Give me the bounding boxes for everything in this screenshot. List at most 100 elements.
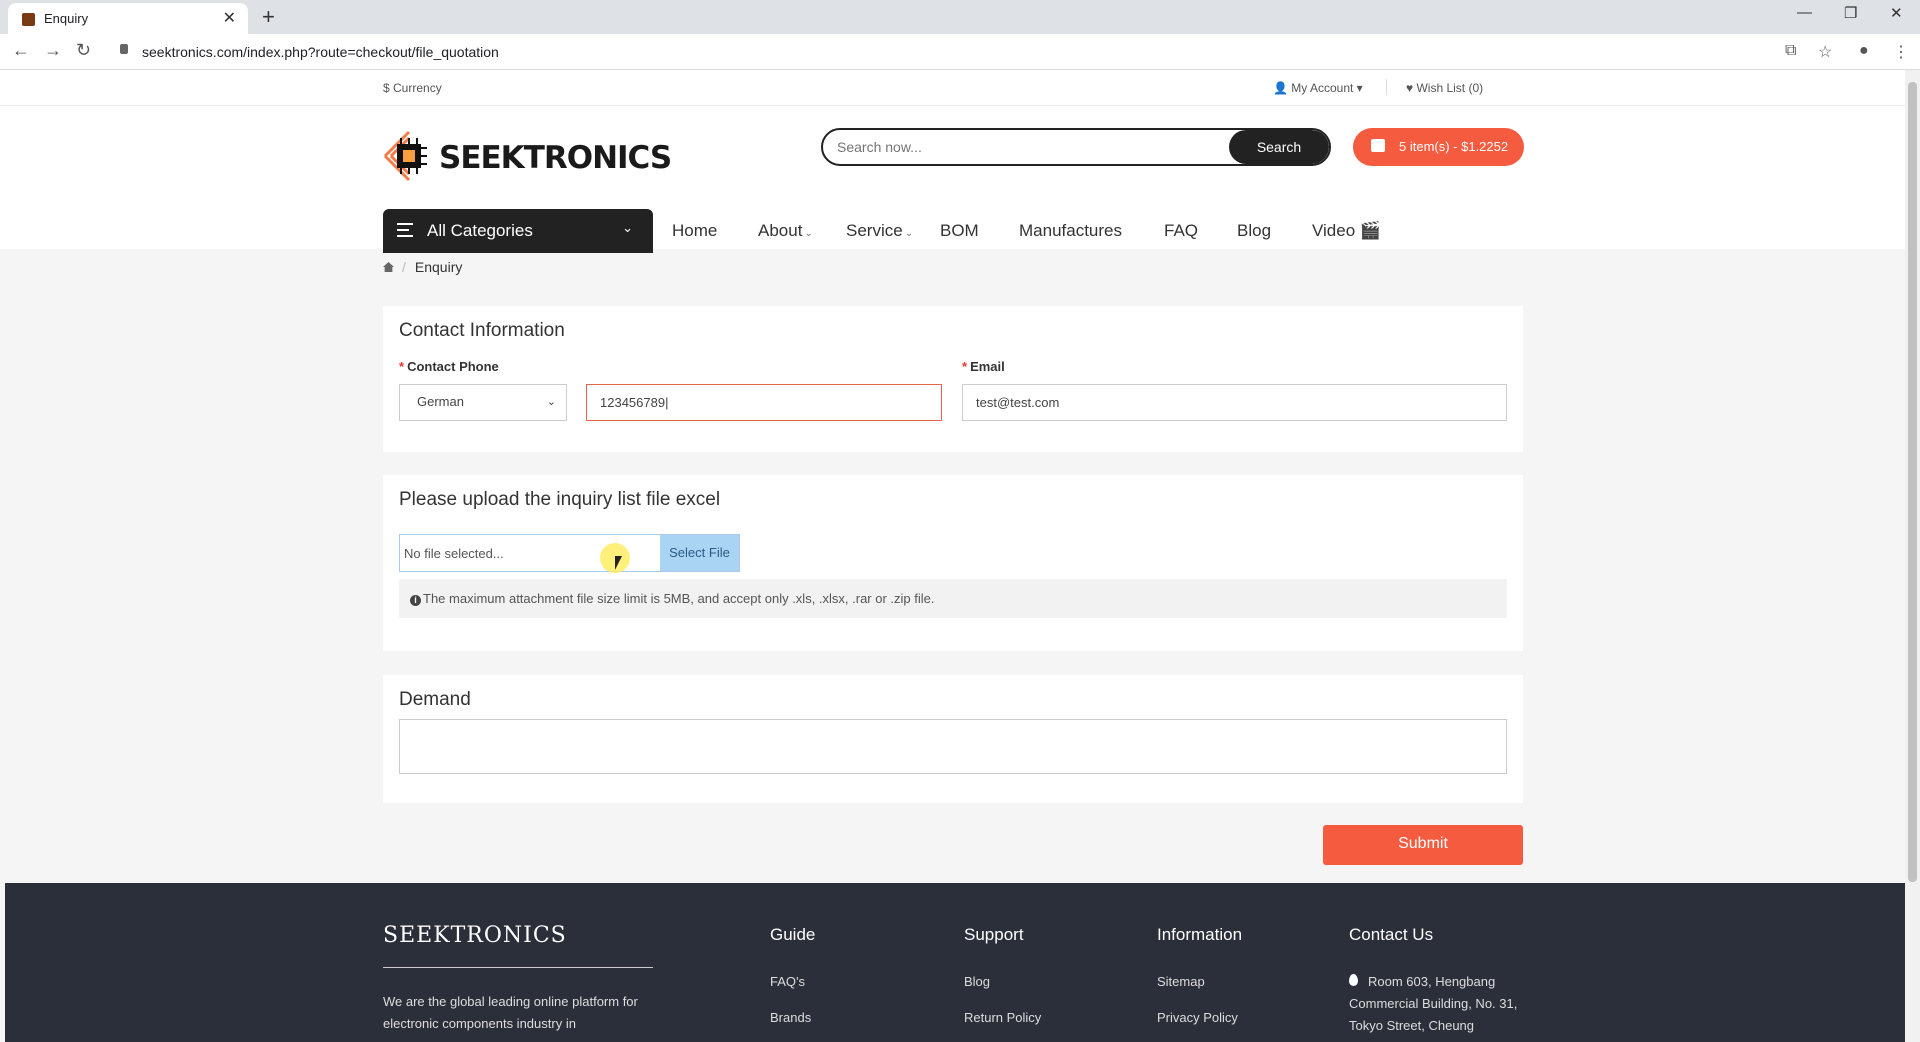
nav-blog[interactable]: Blog (1237, 221, 1271, 241)
contact-phone-label-text: Contact Phone (407, 359, 499, 374)
footer-divider (383, 967, 653, 968)
divider (1386, 79, 1387, 95)
footer-information-title: Information (1157, 925, 1243, 944)
country-code-select[interactable]: German ⌄ (399, 384, 567, 421)
nav-home[interactable]: Home (672, 221, 717, 241)
reload-icon[interactable]: ↻ (76, 40, 91, 61)
nav-bom[interactable]: BOM (940, 221, 979, 241)
demand-title: Demand (399, 689, 471, 710)
footer-link-return-policy[interactable]: Return Policy (964, 1010, 1041, 1025)
country-selected-value: German (417, 394, 464, 409)
submit-button[interactable]: Submit (1323, 825, 1523, 865)
demand-card: Demand (383, 675, 1523, 803)
select-file-button[interactable]: Select File (660, 535, 739, 571)
chip-logo-icon (383, 130, 427, 182)
footer-link-faqs[interactable]: FAQ's (770, 974, 805, 989)
nav-about-label: About (758, 221, 803, 240)
contact-phone-label: * Contact Phone (399, 359, 499, 374)
nav-video[interactable]: Video 🎬 (1312, 221, 1381, 241)
bookmark-star-icon[interactable]: ☆ (1818, 42, 1832, 62)
logo-text: SEEKTRONICS (439, 140, 672, 176)
footer-address-text: Room 603, Hengbang Commercial Building, … (1349, 974, 1518, 1033)
footer-link-privacy-policy[interactable]: Privacy Policy (1157, 1010, 1238, 1025)
upload-note: i The maximum attachment file size limit … (399, 579, 1507, 618)
main-nav: All Categories ⌄ Home About ⌄ Service ⌄ BO… (0, 204, 1905, 253)
currency-selector[interactable]: $ Currency (383, 81, 442, 95)
lock-icon (120, 44, 128, 54)
scrollbar-thumb[interactable] (1908, 82, 1917, 882)
shopping-bag-icon (1371, 139, 1385, 152)
nav-service[interactable]: Service ⌄ (846, 221, 913, 241)
translate-icon[interactable]: ⧉ (1785, 42, 1796, 60)
upload-note-text: The maximum attachment file size limit i… (423, 591, 935, 606)
footer-guide-title: Guide (770, 925, 816, 944)
email-input[interactable]: test@test.com (962, 384, 1507, 421)
back-icon[interactable]: ← (12, 40, 30, 61)
map-pin-icon (1349, 974, 1358, 986)
email-value: test@test.com (976, 395, 1060, 410)
clapperboard-icon: 🎬 (1359, 221, 1382, 240)
browser-toolbar: ← → ↻ seektronics.com/index.php?route=ch… (0, 34, 1920, 70)
footer-brand: SEEKTRONICS (383, 923, 567, 948)
required-marker: * (962, 359, 968, 374)
caret-down-icon: ⌄ (804, 228, 813, 239)
contact-info-card: Contact Information * Contact Phone Germa… (383, 306, 1523, 452)
close-tab-icon[interactable]: ✕ (223, 8, 236, 28)
footer-description: We are the global leading online platfor… (383, 994, 638, 1031)
site-footer: SEEKTRONICS We are the global leading on… (5, 883, 1905, 1042)
all-categories-button[interactable]: All Categories ⌄ (383, 209, 653, 253)
breadcrumb-current: Enquiry (414, 259, 463, 275)
mouse-pointer-icon (615, 556, 622, 570)
nav-about[interactable]: About ⌄ (758, 221, 813, 241)
user-icon: 👤 (1273, 81, 1288, 95)
heart-icon: ♥ (1406, 81, 1414, 95)
new-tab-icon[interactable]: + (262, 4, 275, 30)
footer-link-blog[interactable]: Blog (964, 974, 990, 989)
site-favicon-icon (22, 13, 35, 26)
menu-bars-icon (397, 223, 413, 237)
wish-list-label: Wish List (0) (1416, 81, 1484, 95)
home-icon[interactable] (383, 262, 394, 272)
close-window-icon[interactable]: ✕ (1890, 4, 1903, 22)
nav-faq[interactable]: FAQ (1164, 221, 1198, 241)
demand-textarea[interactable] (399, 719, 1507, 774)
footer-link-brands[interactable]: Brands (770, 1010, 811, 1025)
nav-manufactures[interactable]: Manufactures (1019, 221, 1122, 241)
restore-icon[interactable]: ❐ (1844, 4, 1857, 22)
footer-support-title: Support (964, 925, 1024, 944)
caret-down-icon: ▾ (1356, 81, 1363, 95)
phone-value: 123456789 (600, 395, 666, 410)
search-button[interactable]: Search (1229, 130, 1329, 164)
upload-title: Please upload the inquiry list file exce… (399, 489, 721, 510)
site-logo[interactable]: SEEKTRONICS (383, 130, 672, 182)
menu-kebab-icon[interactable]: ⋮ (1893, 42, 1909, 62)
breadcrumb-separator: / (402, 259, 406, 275)
browser-tab[interactable]: Enquiry ✕ (8, 3, 248, 34)
search-bar: Search (821, 128, 1331, 166)
my-account-label: My Account (1291, 81, 1354, 95)
cart-button[interactable]: 5 item(s) - $1.2252 (1353, 128, 1524, 166)
forward-icon[interactable]: → (44, 40, 62, 61)
address-bar[interactable]: seektronics.com/index.php?route=checkout… (110, 39, 1810, 65)
phone-input[interactable]: 123456789| (586, 384, 942, 421)
footer-link-sitemap[interactable]: Sitemap (1157, 974, 1205, 989)
breadcrumb: / Enquiry (383, 259, 462, 275)
file-upload-field[interactable]: No file selected... Select File (399, 534, 740, 572)
page-scrollbar[interactable] (1905, 70, 1920, 1042)
nav-service-label: Service (846, 221, 903, 240)
email-label-text: Email (970, 359, 1005, 374)
minimize-icon[interactable]: — (1797, 4, 1812, 21)
search-input[interactable] (837, 136, 1217, 158)
footer-contact-title: Contact Us (1349, 925, 1434, 944)
my-account-link[interactable]: 👤 My Account ▾ (1273, 81, 1363, 95)
browser-tab-bar: Enquiry ✕ + — ❐ ✕ (0, 0, 1920, 34)
contact-info-title: Contact Information (399, 320, 565, 341)
email-label: * Email (962, 359, 1005, 374)
wish-list-link[interactable]: ♥ Wish List (0) (1406, 81, 1483, 95)
url-text: seektronics.com/index.php?route=checkout… (142, 44, 499, 60)
upload-card: Please upload the inquiry list file exce… (383, 475, 1523, 651)
profile-icon[interactable]: ● (1859, 42, 1869, 60)
nav-video-label: Video (1312, 221, 1356, 240)
file-name-placeholder: No file selected... (404, 546, 504, 561)
caret-down-icon: ⌄ (904, 228, 914, 239)
